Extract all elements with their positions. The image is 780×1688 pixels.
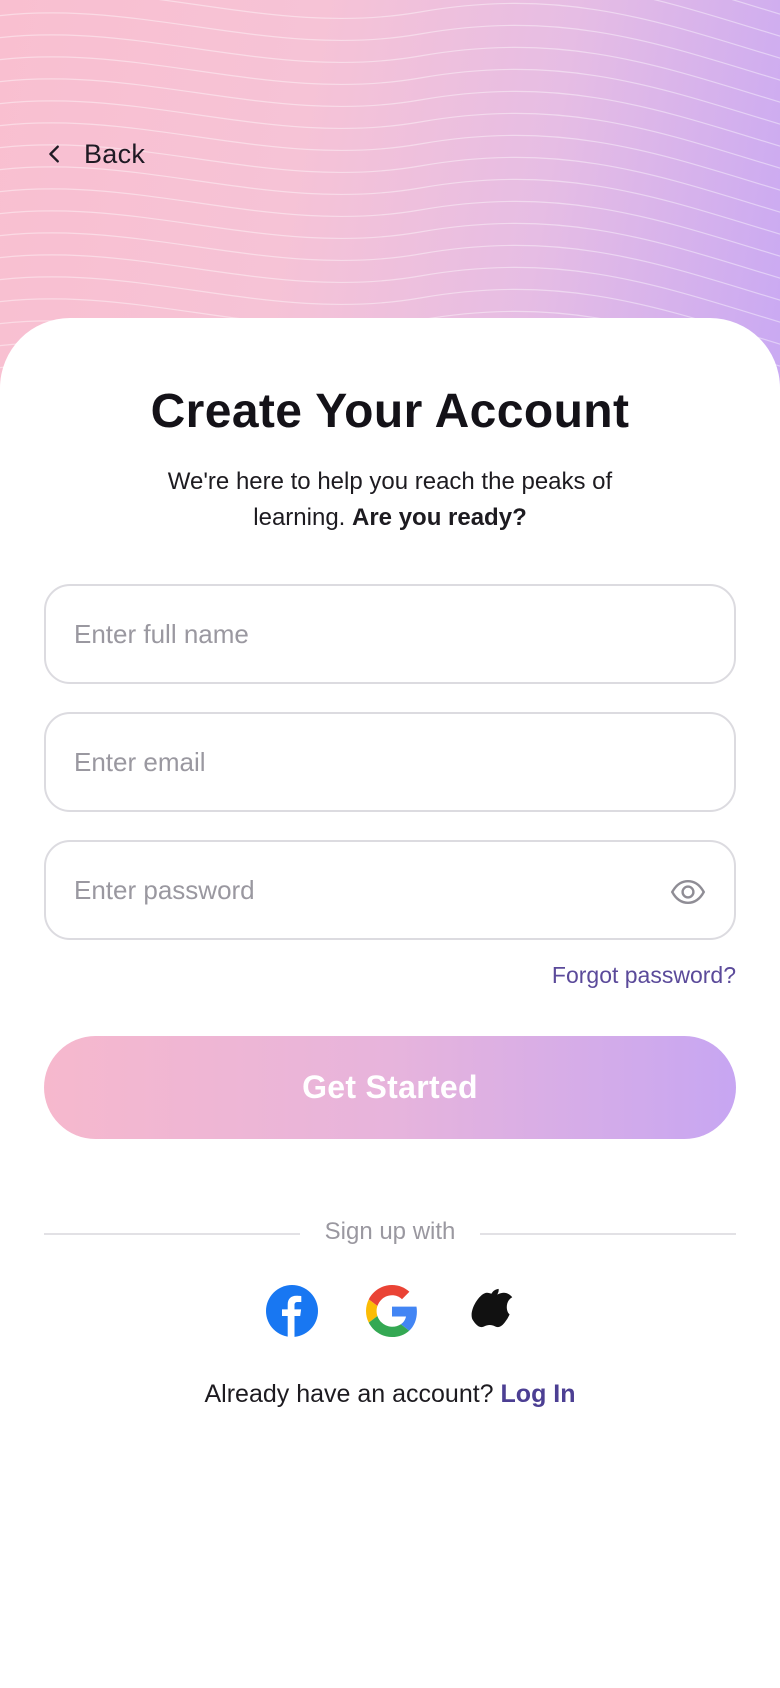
login-prompt: Already have an account? Log In	[0, 1380, 780, 1409]
google-icon[interactable]	[366, 1285, 418, 1337]
wave-line	[0, 34, 780, 103]
page-title: Create Your Account	[150, 385, 630, 438]
apple-icon[interactable]	[466, 1285, 518, 1337]
email-input[interactable]	[74, 746, 706, 778]
chevron-left-icon	[49, 145, 59, 163]
wave-line	[0, 166, 780, 235]
signup-screen: Back Create Your Account We're here to h…	[0, 0, 780, 1688]
back-label: Back	[84, 138, 146, 169]
divider-line-right	[480, 1233, 736, 1235]
login-link[interactable]: Log In	[501, 1380, 576, 1408]
wave-line	[0, 232, 780, 301]
password-input[interactable]	[74, 874, 706, 906]
divider-line-left	[44, 1233, 300, 1235]
eye-icon[interactable]	[670, 874, 706, 910]
facebook-icon[interactable]	[266, 1285, 318, 1337]
forgot-password-link[interactable]: Forgot password?	[552, 962, 736, 989]
wave-line	[0, 12, 780, 81]
subtitle-emphasis: Are you ready?	[352, 504, 527, 531]
wave-line	[0, 188, 780, 257]
sign-up-with-label: Sign up with	[324, 1218, 456, 1245]
wave-line	[731, 0, 780, 15]
full-name-field	[44, 584, 736, 684]
password-field	[44, 840, 736, 940]
full-name-input[interactable]	[74, 618, 706, 650]
get-started-button[interactable]: Get Started	[44, 1036, 736, 1139]
wave-line	[0, 56, 780, 125]
login-prompt-text: Already have an account?	[204, 1380, 494, 1408]
back-button[interactable]: Back	[44, 132, 145, 176]
email-field	[44, 712, 736, 812]
wave-line	[0, 210, 780, 279]
page-subtitle: We're here to help you reach the peaks o…	[140, 464, 640, 536]
